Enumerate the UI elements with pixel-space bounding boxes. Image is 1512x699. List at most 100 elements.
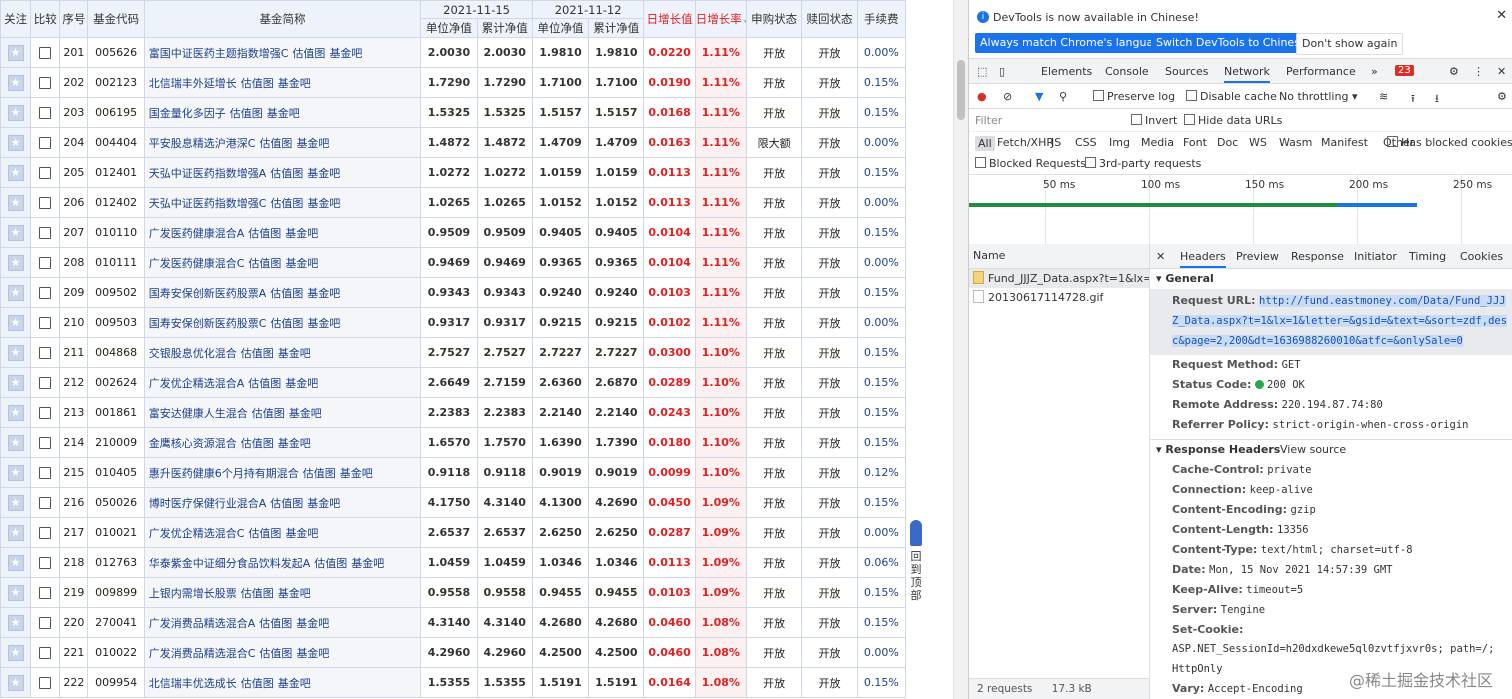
- close-detail-icon[interactable]: ✕: [1156, 250, 1165, 263]
- fund-name-link[interactable]: 广发优企精选混合C: [149, 527, 245, 540]
- tab-elements[interactable]: Elements: [1041, 65, 1092, 78]
- redeem-status-cell[interactable]: 开放: [801, 217, 858, 248]
- subscribe-status-cell[interactable]: 开放: [746, 247, 803, 278]
- type-filter-fetchxhr[interactable]: Fetch/XHR: [997, 136, 1054, 149]
- code-cell[interactable]: 009502: [87, 277, 145, 308]
- code-cell[interactable]: 004404: [87, 127, 145, 158]
- request-row[interactable]: 20130617114728.gif: [969, 288, 1149, 307]
- estimate-link[interactable]: 估值图: [292, 47, 325, 60]
- compare-cell[interactable]: [30, 67, 61, 98]
- blocked-requests-checkbox[interactable]: Blocked Requests: [975, 157, 1086, 170]
- device-toolbar-icon[interactable]: ▯: [999, 65, 1005, 78]
- kebab-menu-icon[interactable]: ⋮: [1473, 65, 1484, 78]
- col-acc-nav-2[interactable]: 累计净值: [588, 18, 645, 38]
- redeem-status-cell[interactable]: 开放: [801, 637, 858, 668]
- type-filter-wasm[interactable]: Wasm: [1279, 136, 1312, 149]
- redeem-status-cell[interactable]: 开放: [801, 127, 858, 158]
- compare-cell[interactable]: [30, 37, 61, 68]
- code-cell[interactable]: 002123: [87, 67, 145, 98]
- code-cell[interactable]: 210009: [87, 427, 145, 458]
- subscribe-status-cell[interactable]: 开放: [746, 487, 803, 518]
- star-icon[interactable]: ★: [7, 164, 24, 181]
- view-source-link[interactable]: View source: [1280, 440, 1346, 460]
- redeem-status-cell[interactable]: 开放: [801, 157, 858, 188]
- code-cell[interactable]: 010110: [87, 217, 145, 248]
- compare-cell[interactable]: [30, 367, 61, 398]
- star-icon[interactable]: ★: [7, 404, 24, 421]
- estimate-link[interactable]: 估值图: [230, 107, 263, 120]
- hide-data-urls-checkbox[interactable]: Hide data URLs: [1184, 114, 1282, 127]
- compare-checkbox[interactable]: [39, 377, 52, 389]
- estimate-link[interactable]: 估值图: [241, 347, 274, 360]
- redeem-status-cell[interactable]: 开放: [801, 517, 858, 548]
- fund-bar-link[interactable]: 基金吧: [351, 557, 384, 570]
- compare-checkbox[interactable]: [39, 557, 52, 569]
- redeem-status-cell[interactable]: 开放: [801, 37, 858, 68]
- subscribe-status-cell[interactable]: 开放: [746, 217, 803, 248]
- follow-cell[interactable]: ★: [0, 397, 32, 428]
- col-acc-nav-1[interactable]: 累计净值: [476, 18, 533, 38]
- compare-checkbox[interactable]: [39, 287, 52, 299]
- compare-checkbox[interactable]: [39, 497, 52, 509]
- fund-name-link[interactable]: 天弘中证医药指数增强C: [149, 197, 267, 210]
- fund-name-link[interactable]: 广发医药健康混合C: [149, 257, 245, 270]
- has-blocked-cookies-checkbox[interactable]: Has blocked cookies: [1387, 136, 1512, 149]
- follow-cell[interactable]: ★: [0, 457, 32, 488]
- fund-name-link[interactable]: 惠升医药健康6个月持有期混合: [149, 467, 299, 480]
- estimate-link[interactable]: 估值图: [259, 647, 292, 660]
- estimate-link[interactable]: 估值图: [259, 137, 292, 150]
- subscribe-status-cell[interactable]: 开放: [746, 277, 803, 308]
- fund-name-link[interactable]: 上银内需增长股票: [149, 587, 237, 600]
- fund-name-link[interactable]: 广发优企精选混合A: [149, 377, 245, 390]
- follow-cell[interactable]: ★: [0, 307, 32, 338]
- record-icon[interactable]: ●: [977, 90, 987, 103]
- fund-bar-link[interactable]: 基金吧: [278, 587, 311, 600]
- redeem-status-cell[interactable]: 开放: [801, 277, 858, 308]
- col-subscribe[interactable]: 申购状态: [746, 0, 803, 38]
- redeem-status-cell[interactable]: 开放: [801, 307, 858, 338]
- follow-cell[interactable]: ★: [0, 427, 32, 458]
- estimate-link[interactable]: 估值图: [241, 77, 274, 90]
- star-icon[interactable]: ★: [7, 494, 24, 511]
- compare-cell[interactable]: [30, 667, 61, 698]
- star-icon[interactable]: ★: [7, 104, 24, 121]
- fund-name-link[interactable]: 富安达健康人生混合: [149, 407, 248, 420]
- compare-cell[interactable]: [30, 127, 61, 158]
- compare-checkbox[interactable]: [39, 317, 52, 329]
- subscribe-status-cell[interactable]: 开放: [746, 37, 803, 68]
- fund-bar-link[interactable]: 基金吧: [278, 677, 311, 690]
- follow-cell[interactable]: ★: [0, 517, 32, 548]
- star-icon[interactable]: ★: [7, 44, 24, 61]
- type-filter-all[interactable]: All: [975, 136, 995, 151]
- fund-bar-link[interactable]: 基金吧: [285, 227, 318, 240]
- tab-timing[interactable]: Timing: [1409, 250, 1446, 263]
- compare-cell[interactable]: [30, 247, 61, 278]
- type-filter-doc[interactable]: Doc: [1217, 136, 1238, 149]
- download-icon[interactable]: ⭳: [1435, 90, 1439, 109]
- compare-checkbox[interactable]: [39, 617, 52, 629]
- estimate-link[interactable]: 估值图: [314, 557, 347, 570]
- star-icon[interactable]: ★: [7, 224, 24, 241]
- compare-cell[interactable]: [30, 607, 61, 638]
- code-cell[interactable]: 009954: [87, 667, 145, 698]
- compare-cell[interactable]: [30, 427, 61, 458]
- follow-cell[interactable]: ★: [0, 37, 32, 68]
- compare-checkbox[interactable]: [39, 467, 52, 479]
- redeem-status-cell[interactable]: 开放: [801, 487, 858, 518]
- code-cell[interactable]: 050026: [87, 487, 145, 518]
- fund-bar-link[interactable]: 基金吧: [296, 647, 329, 660]
- star-icon[interactable]: ★: [7, 194, 24, 211]
- fund-bar-link[interactable]: 基金吧: [267, 107, 300, 120]
- general-section-header[interactable]: ▾ General: [1150, 269, 1512, 289]
- follow-cell[interactable]: ★: [0, 247, 32, 278]
- type-filter-js[interactable]: JS: [1051, 136, 1061, 149]
- fund-name-link[interactable]: 广发消费品精选混合A: [149, 617, 256, 630]
- fund-bar-link[interactable]: 基金吧: [285, 527, 318, 540]
- error-count-badge[interactable]: 23: [1395, 65, 1414, 76]
- type-filter-media[interactable]: Media: [1141, 136, 1174, 149]
- compare-cell[interactable]: [30, 337, 61, 368]
- fund-name-link[interactable]: 国金量化多因子: [149, 107, 226, 120]
- fund-bar-link[interactable]: 基金吧: [307, 287, 340, 300]
- code-cell[interactable]: 010021: [87, 517, 145, 548]
- wifi-icon[interactable]: ≋: [1379, 90, 1388, 103]
